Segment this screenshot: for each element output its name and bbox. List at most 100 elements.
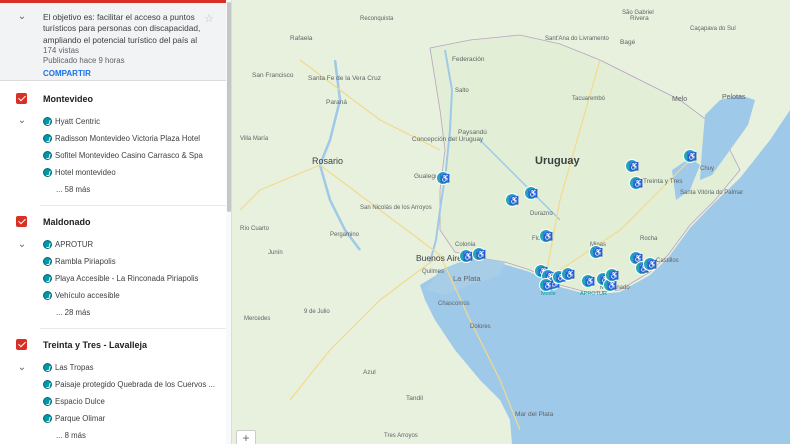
sidebar: ⌄ El objetivo es: facilitar el acceso a … <box>0 0 232 444</box>
city-label-cacapava: Caçapava do Sul <box>690 26 736 32</box>
list-item[interactable]: Hotel montevideo <box>43 167 218 179</box>
city-label-9-de-julio: 9 de Julio <box>304 309 330 315</box>
share-button[interactable]: COMPARTIR <box>43 69 91 78</box>
city-label-colonia: Colonia <box>455 242 476 248</box>
layer-checkbox[interactable] <box>16 93 27 104</box>
chevron-down-icon[interactable]: ⌄ <box>17 116 27 126</box>
divider <box>40 205 226 206</box>
layer-title[interactable]: Montevideo <box>43 94 93 104</box>
accessibility-pin-icon <box>43 414 52 423</box>
pin-label-movie: Movie <box>541 291 556 297</box>
wheelchair-icon: ♿ <box>629 161 639 171</box>
country-label-uruguay: Uruguay <box>535 155 581 167</box>
wheelchair-icon: ♿ <box>440 173 450 183</box>
city-label-salto: Salto <box>455 88 469 94</box>
more-items-link[interactable]: ... 28 más <box>56 308 90 317</box>
more-items-link[interactable]: ... 8 más <box>56 431 86 440</box>
list-item[interactable]: Radisson Montevideo Victoria Plaza Hotel <box>43 133 218 145</box>
wheelchair-icon: ♿ <box>543 231 553 241</box>
list-item[interactable]: Espacio Dulce <box>43 396 218 408</box>
layer-checkbox[interactable] <box>16 339 27 350</box>
chevron-down-icon[interactable]: ⌄ <box>17 363 27 373</box>
views-count: 174 vistas <box>43 46 80 55</box>
city-label-la-plata: La Plata <box>453 274 481 283</box>
city-label-reconquista: Reconquista <box>360 16 394 22</box>
map-canvas[interactable]: Uruguay Rosario Buenos Aires La Plata Qu… <box>232 0 790 444</box>
city-label-rivera: Rivera <box>630 15 649 22</box>
wheelchair-icon: ♿ <box>633 178 643 188</box>
map-description-card: ⌄ El objetivo es: facilitar el acceso a … <box>0 3 226 81</box>
accessibility-pin-icon <box>43 380 52 389</box>
list-item[interactable]: APROTUR <box>43 239 218 251</box>
zoom-in-button[interactable]: + <box>236 430 256 444</box>
city-label-tres-arroyos: Tres Arroyos <box>384 433 418 439</box>
city-label-santa-fe: Santa Fe de la Vera Cruz <box>308 75 381 82</box>
city-label-rafaela: Rafaela <box>290 35 313 42</box>
city-label-rosario: Rosario <box>312 156 343 166</box>
star-icon[interactable]: ☆ <box>204 12 214 25</box>
description-text: El objetivo es: facilitar el acceso a pu… <box>43 12 201 45</box>
accessibility-pin-icon <box>43 151 52 160</box>
wheelchair-icon: ♿ <box>463 251 473 261</box>
list-item[interactable]: Playa Accesible - La Rinconada Piriapoli… <box>43 273 218 285</box>
wheelchair-icon: ♿ <box>687 151 697 161</box>
accessibility-pin-icon <box>43 257 52 266</box>
city-label-san-francisco: San Francisco <box>252 72 294 79</box>
accessibility-pin-icon <box>43 168 52 177</box>
layer-checkbox[interactable] <box>16 216 27 227</box>
layer-title[interactable]: Treinta y Tres - Lavalleja <box>43 340 147 350</box>
wheelchair-icon: ♿ <box>647 259 657 269</box>
wheelchair-icon: ♿ <box>565 269 575 279</box>
divider <box>40 328 226 329</box>
city-label-rocha: Rocha <box>640 236 658 242</box>
city-label-dolores: Dolores <box>470 324 491 330</box>
city-label-santa-vitoria: Santa Vitória do Palmar <box>680 190 743 196</box>
city-label-junin: Junín <box>268 250 283 256</box>
scrollbar-thumb[interactable] <box>227 2 231 212</box>
city-label-rio-cuarto: Río Cuarto <box>240 226 270 232</box>
city-label-livramento: Sant'Ana do Livramento <box>545 36 610 42</box>
city-label-castillos: Castillos <box>656 258 679 264</box>
wheelchair-icon: ♿ <box>585 276 595 286</box>
city-label-melo: Melo <box>672 96 687 103</box>
wheelchair-icon: ♿ <box>528 188 538 198</box>
city-label-parana: Paraná <box>326 99 347 106</box>
accessibility-pin-icon <box>43 397 52 406</box>
wheelchair-icon: ♿ <box>476 249 486 259</box>
wheelchair-icon: ♿ <box>509 195 519 205</box>
city-label-buenos-aires: Buenos Aires <box>416 253 466 263</box>
city-label-azul: Azul <box>363 369 376 376</box>
list-item[interactable]: Vehículo accesible <box>43 290 218 302</box>
list-item[interactable]: Rambla Piriapolis <box>43 256 218 268</box>
app: ⌄ El objetivo es: facilitar el acceso a … <box>0 0 790 444</box>
list-item[interactable]: Paisaje protegido Quebrada de los Cuervo… <box>43 379 218 391</box>
city-label-quilmes: Quilmes <box>422 269 444 275</box>
city-label-san-nicolas: San Nicolás de los Arroyos <box>360 205 432 211</box>
city-label-chuy: Chuy <box>700 166 714 172</box>
city-label-tandil: Tandil <box>406 395 424 402</box>
list-item[interactable]: Las Tropas <box>43 362 218 374</box>
city-label-paysandu: Paysandú <box>458 129 487 136</box>
accessibility-pin-icon <box>43 117 52 126</box>
city-label-mar-del-plata: Mar del Plata <box>515 411 554 418</box>
city-label-villa-maria: Villa María <box>240 136 269 142</box>
wheelchair-icon: ♿ <box>543 280 553 290</box>
city-label-concepcion: Concepción del Uruguay <box>412 136 484 143</box>
city-label-pergamino: Pergamino <box>330 232 360 238</box>
city-label-tacuarembo: Tacuarembó <box>572 96 606 102</box>
list-item[interactable]: Sofitel Montevideo Casino Carrasco & Spa <box>43 150 218 162</box>
chevron-down-icon[interactable]: ⌄ <box>17 12 27 22</box>
city-label-pelotas: Pelotas <box>722 94 746 101</box>
list-item[interactable]: Parque Olimar <box>43 413 218 425</box>
published-time: Publicado hace 9 horas <box>43 56 125 65</box>
accessibility-pin-icon <box>43 274 52 283</box>
list-item[interactable]: Hyatt Centric <box>43 116 218 128</box>
city-label-durazno: Durazno <box>530 211 553 217</box>
wheelchair-icon: ♿ <box>593 247 603 257</box>
more-items-link[interactable]: ... 58 más <box>56 185 90 194</box>
chevron-down-icon[interactable]: ⌄ <box>17 240 27 250</box>
layer-title[interactable]: Maldonado <box>43 217 91 227</box>
accessibility-pin-icon <box>43 291 52 300</box>
city-label-bage: Bagé <box>620 39 636 46</box>
city-label-treinta-y-tres: Treinta y Tres <box>643 178 683 185</box>
